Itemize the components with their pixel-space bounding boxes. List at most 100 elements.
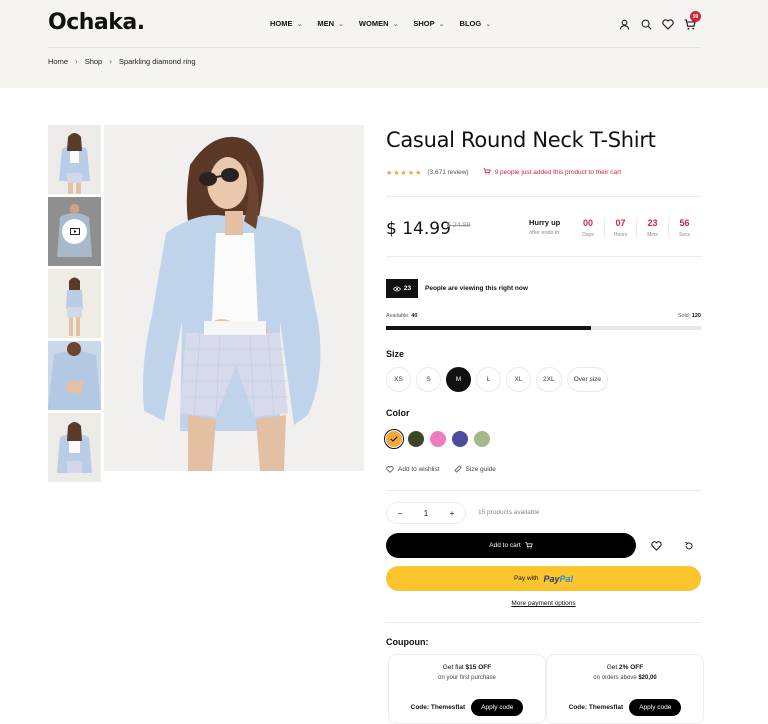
coupon-condition: on orders above $20,00 <box>547 675 703 681</box>
user-icon[interactable] <box>613 15 635 33</box>
refresh-icon <box>684 541 693 549</box>
size-option-l[interactable]: L <box>476 367 501 392</box>
color-swatch-4[interactable] <box>452 431 468 447</box>
add-to-cart-button[interactable]: Add to cart <box>386 533 636 558</box>
coupon-condition-value: $20,00 <box>638 675 657 681</box>
countdown-label: Mins <box>647 232 658 238</box>
size-options: XS S M L XL 2XL Over size <box>386 367 609 392</box>
thumbnail-3[interactable] <box>48 269 101 338</box>
size-option-s[interactable]: S <box>416 367 441 392</box>
size-option-2xl[interactable]: 2XL <box>536 367 562 392</box>
coupon-offer: Get flat $15 OFF <box>389 664 545 671</box>
nav-item-women[interactable]: WOMEN ⌄ <box>359 19 398 28</box>
divider <box>386 490 701 491</box>
size-option-m[interactable]: M <box>446 367 471 392</box>
chevron-down-icon: ⌄ <box>392 20 399 28</box>
color-swatch-5[interactable] <box>474 431 490 447</box>
coupon-code: Code: Themesflat <box>410 704 466 711</box>
nav-item-home[interactable]: HOME ⌄ <box>270 19 302 28</box>
countdown-value: 00 <box>582 218 593 228</box>
old-price: $ 24.99 <box>447 222 471 229</box>
check-icon <box>390 436 398 442</box>
coupon-offer: Get 2% OFF <box>547 664 703 671</box>
add-to-cart-label: Add to cart <box>489 542 521 549</box>
chevron-down-icon: ⌄ <box>296 20 303 28</box>
coupon-offer-pre: Get <box>606 664 620 671</box>
heart-icon <box>651 540 662 551</box>
review-count[interactable]: (3,671 review) <box>427 169 468 176</box>
nav-item-shop[interactable]: SHOP ⌄ <box>413 19 444 28</box>
sold-value: 120 <box>691 313 701 319</box>
thumbnail-list <box>48 125 101 485</box>
size-option-over-size[interactable]: Over size <box>566 367 609 392</box>
thumbnail-1[interactable] <box>48 125 101 194</box>
divider <box>386 196 701 197</box>
increase-button[interactable]: + <box>450 509 455 518</box>
thumbnail-5[interactable] <box>48 413 101 482</box>
ruler-icon <box>453 465 462 473</box>
current-price: $ 14.99 <box>386 219 451 239</box>
product-title: Casual Round Neck T-Shirt <box>386 128 656 152</box>
viewers-badge: 23 <box>386 279 418 298</box>
color-swatch-2[interactable] <box>408 431 424 447</box>
nav-label: HOME <box>270 19 293 28</box>
color-swatch-1[interactable] <box>384 429 404 449</box>
countdown-mins: 23 Mins <box>636 218 668 238</box>
video-play-icon[interactable] <box>62 219 87 244</box>
coupon-offer-pre: Get flat <box>442 664 466 671</box>
thumbnail-2-video[interactable] <box>48 197 101 266</box>
add-to-wishlist-link[interactable]: Add to wishlist <box>386 465 440 473</box>
countdown-timer: 00 Days 07 Hours 23 Mins 56 Secs <box>572 218 700 238</box>
heart-icon[interactable] <box>657 15 679 33</box>
available-value: 40 <box>411 313 418 319</box>
paypal-logo: PayPal <box>544 574 574 584</box>
nav-label: MEN <box>317 19 335 28</box>
countdown-label: Secs <box>678 232 691 238</box>
countdown-label: Hours <box>613 232 628 238</box>
breadcrumb: Home › Shop › Sparkling diamond ring <box>48 57 196 66</box>
more-payment-options-link[interactable]: More payment options <box>386 600 701 607</box>
countdown-value: 07 <box>615 218 626 228</box>
breadcrumb-shop[interactable]: Shop <box>85 57 103 66</box>
stock-progress-bar <box>386 326 701 330</box>
search-icon[interactable] <box>635 15 657 33</box>
breadcrumb-home[interactable]: Home <box>48 57 68 66</box>
size-guide-link[interactable]: Size guide <box>453 465 496 473</box>
viewing-text: People are viewing this right now <box>425 285 528 292</box>
product-main-image[interactable] <box>104 125 364 471</box>
countdown-value: 23 <box>647 218 658 228</box>
color-swatch-3[interactable] <box>430 431 446 447</box>
paypal-button[interactable]: Pay with PayPal <box>386 566 701 591</box>
size-option-xl[interactable]: XL <box>506 367 531 392</box>
cart-icon[interactable]: 99 <box>679 11 701 33</box>
sold-label: Sold: <box>677 313 691 319</box>
star-rating-icon: ★★★★★ <box>386 169 423 177</box>
size-option-xs[interactable]: XS <box>386 367 411 392</box>
coupon-condition-text: on your first purchase <box>438 675 496 681</box>
countdown-label: Days <box>582 232 594 238</box>
paypal-logo-part2: Pal <box>559 573 574 584</box>
compare-button[interactable] <box>676 533 701 558</box>
divider <box>386 256 701 257</box>
main-nav: HOME ⌄ MEN ⌄ WOMEN ⌄ SHOP ⌄ BLOG ⌄ <box>270 19 506 28</box>
coupon-card-2: Get 2% OFF on orders above $20,00 Code: … <box>546 654 704 724</box>
coupon-offer-value: $15 OFF <box>465 664 492 671</box>
quantity-stepper: − 1 + <box>386 502 466 524</box>
color-label: Color <box>386 408 410 418</box>
size-label: Size <box>386 349 405 359</box>
thumbnail-4[interactable] <box>48 341 101 410</box>
nav-item-men[interactable]: MEN ⌄ <box>317 19 344 28</box>
color-options <box>384 429 490 449</box>
coupon-code-row: Code: Themesflat Apply code <box>389 699 545 716</box>
apply-code-button[interactable]: Apply code <box>629 699 682 716</box>
nav-item-blog[interactable]: BLOG ⌄ <box>460 19 492 28</box>
brand-logo[interactable]: Ochaka. <box>48 10 145 35</box>
quantity-value[interactable]: 1 <box>424 509 428 518</box>
wishlist-button[interactable] <box>644 533 669 558</box>
decrease-button[interactable]: − <box>398 509 403 518</box>
apply-code-button[interactable]: Apply code <box>471 699 524 716</box>
coupon-title: Coupoun: <box>386 637 429 647</box>
chevron-right-icon: › <box>75 57 78 66</box>
cart-icon <box>483 168 491 177</box>
eye-icon <box>392 286 401 291</box>
